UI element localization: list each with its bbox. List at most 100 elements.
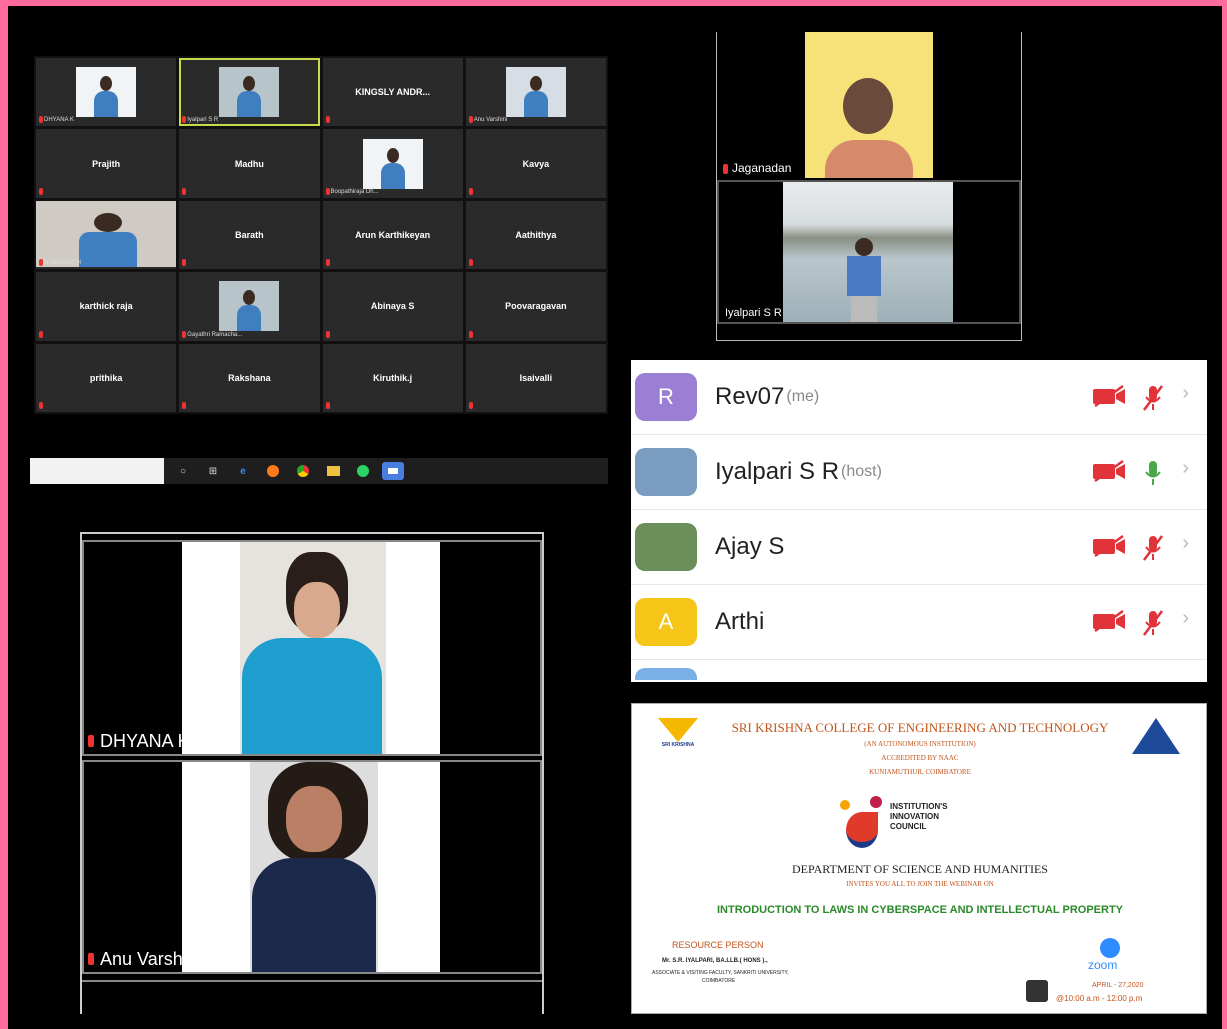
avatar [635, 448, 697, 496]
webinar-time: @10:00 a.m - 12:00 p.m [1056, 994, 1143, 1003]
participant-row[interactable]: Ajay S › [631, 510, 1207, 585]
chevron-right-icon[interactable]: › [1182, 607, 1189, 630]
zoom-logo-icon [1100, 938, 1120, 958]
avatar: R [635, 373, 697, 421]
video-thumbnail [76, 67, 137, 118]
participant-name: Arthi [715, 608, 765, 635]
chevron-right-icon[interactable]: › [1182, 457, 1189, 480]
gallery-grid: DHYANA K Iyalpari S R KINGSLY ANDR... Anu V… [34, 56, 608, 414]
gallery-tile[interactable]: Barath [179, 200, 320, 270]
participant-name: Ajay S [715, 533, 785, 560]
video-off-icon[interactable] [1091, 384, 1129, 408]
poster-line: KUNIAMUTHUR, COIMBATORE [869, 768, 971, 776]
gallery-tile[interactable]: Anu Varshini [465, 58, 606, 127]
participant-row[interactable]: A Arthi › [631, 585, 1207, 660]
participant-name: Barath [235, 229, 264, 240]
participant-name: Madhu [234, 158, 264, 169]
poster-line: ACCREDITED BY NAAC [881, 754, 959, 762]
muted-mic-icon [325, 330, 330, 338]
whatsapp-icon[interactable] [352, 462, 374, 480]
video-name-label: Anu Varshini [88, 949, 201, 970]
muted-mic-icon [468, 259, 473, 267]
mic-icon[interactable] [1141, 459, 1165, 487]
muted-mic-icon[interactable] [1141, 534, 1165, 562]
gallery-tile[interactable]: prithika [36, 343, 177, 412]
video-off-icon[interactable] [1091, 534, 1129, 558]
participant-video-panel: DHYANA K Anu Varshini [80, 532, 544, 1014]
muted-mic-icon [468, 402, 473, 409]
gallery-tile[interactable]: Iyalpari S R [179, 58, 320, 127]
video-thumbnail [219, 281, 280, 332]
muted-mic-icon [182, 259, 187, 267]
participant-label: Boopathiraja Dh... [330, 188, 379, 195]
video-name-label: DHYANA K [88, 731, 190, 752]
participant-role-tag: (me) [786, 388, 820, 405]
video-anu-varshini[interactable]: Anu Varshini [82, 760, 542, 974]
gallery-tile[interactable]: Isaivalli [465, 343, 606, 412]
circle-icon[interactable]: ○ [172, 462, 194, 480]
edge-icon[interactable]: e [232, 462, 254, 480]
muted-mic-icon[interactable] [1141, 384, 1165, 412]
participant-label: G NISHANTH [44, 260, 82, 267]
avatar [635, 523, 697, 571]
gallery-tile[interactable]: Madhu [179, 129, 320, 198]
resource-desc: COIMBATORE [702, 978, 736, 984]
participant-role-tag: (host) [841, 463, 882, 480]
college-name: SRI KRISHNA COLLEGE OF ENGINEERING AND T… [731, 720, 1109, 735]
file-explorer-icon[interactable] [322, 462, 344, 480]
video-off-icon[interactable] [1091, 459, 1129, 483]
video-dhyana[interactable]: DHYANA K [82, 540, 542, 756]
participant-name: karthick raja [79, 301, 133, 312]
muted-mic-icon [325, 187, 330, 195]
gallery-tile[interactable]: Abinaya S [322, 272, 463, 341]
gallery-tile[interactable]: Prajith [36, 129, 177, 198]
muted-mic-icon[interactable] [1141, 609, 1165, 637]
participant-name: prithika [89, 372, 123, 383]
chevron-right-icon[interactable]: › [1182, 532, 1189, 555]
poster-line: (AN AUTONOMOUS INSTITUTION) [864, 740, 976, 748]
video-thumbnail [505, 67, 566, 118]
chrome-icon[interactable] [292, 462, 314, 480]
video-iyalpari[interactable]: Iyalpari S R [717, 180, 1021, 324]
video-jaganadan[interactable]: Jaganadan [717, 32, 1019, 178]
chevron-right-icon[interactable]: › [1182, 382, 1189, 405]
taskbar-search[interactable] [30, 458, 164, 484]
participant-name: Kavya [522, 158, 550, 169]
video-feed [783, 182, 953, 322]
task-view-icon[interactable]: ⊞ [202, 462, 224, 480]
participant-name: Kiruthik.j [373, 372, 413, 383]
gallery-tile[interactable]: Kiruthik.j [322, 343, 463, 412]
iic-text: INSTITUTION'S INNOVATION COUNCIL [890, 802, 948, 831]
resource-name: Mr. S.R. IYALPARI, BA.LLB.( HONS )., [662, 958, 768, 964]
gallery-tile[interactable]: Boopathiraja Dh... [322, 129, 463, 198]
participant-name: Isaivalli [519, 372, 553, 383]
gallery-tile[interactable]: Kavya [465, 129, 606, 198]
participant-name: Poovaragavan [505, 301, 567, 312]
webinar-poster: SRI KRISHNA SRI KRISHNA COLLEGE OF ENGIN… [631, 703, 1207, 1014]
zoom-icon[interactable] [382, 462, 404, 480]
participant-label: Anu Varshini [473, 117, 508, 124]
participant-row[interactable]: Iyalpari S R (host) › [631, 435, 1207, 510]
iic-logo [840, 796, 884, 848]
gallery-tile[interactable]: KINGSLY ANDR... [322, 58, 463, 127]
gallery-tile[interactable]: Arun Karthikeyan [322, 200, 463, 270]
video-feed [805, 32, 933, 178]
resource-heading: RESOURCE PERSON [672, 940, 764, 950]
participant-label: Iyalpari S R [187, 117, 219, 124]
gallery-tile[interactable]: DHYANA K [36, 58, 177, 127]
gallery-tile[interactable]: karthick raja [36, 272, 177, 341]
muted-mic-icon [39, 402, 43, 409]
participant-name: Prajith [92, 158, 121, 169]
firefox-icon[interactable] [262, 462, 284, 480]
gallery-tile[interactable]: G NISHANTH [36, 200, 177, 270]
gallery-tile[interactable]: Gayathri Ramacha... [179, 272, 320, 341]
gallery-tile[interactable]: Rakshana [179, 343, 320, 412]
participant-row[interactable]: R Rev07 (me) › [631, 360, 1207, 435]
participant-label: DHYANA K [44, 117, 74, 124]
video-off-icon[interactable] [1091, 609, 1129, 633]
video-feed [182, 542, 440, 754]
zoom-wordmark: zoom [1088, 958, 1118, 972]
gallery-tile[interactable]: Poovaragavan [465, 272, 606, 341]
gallery-tile[interactable]: Aathithya [465, 200, 606, 270]
muted-mic-icon [39, 259, 43, 267]
